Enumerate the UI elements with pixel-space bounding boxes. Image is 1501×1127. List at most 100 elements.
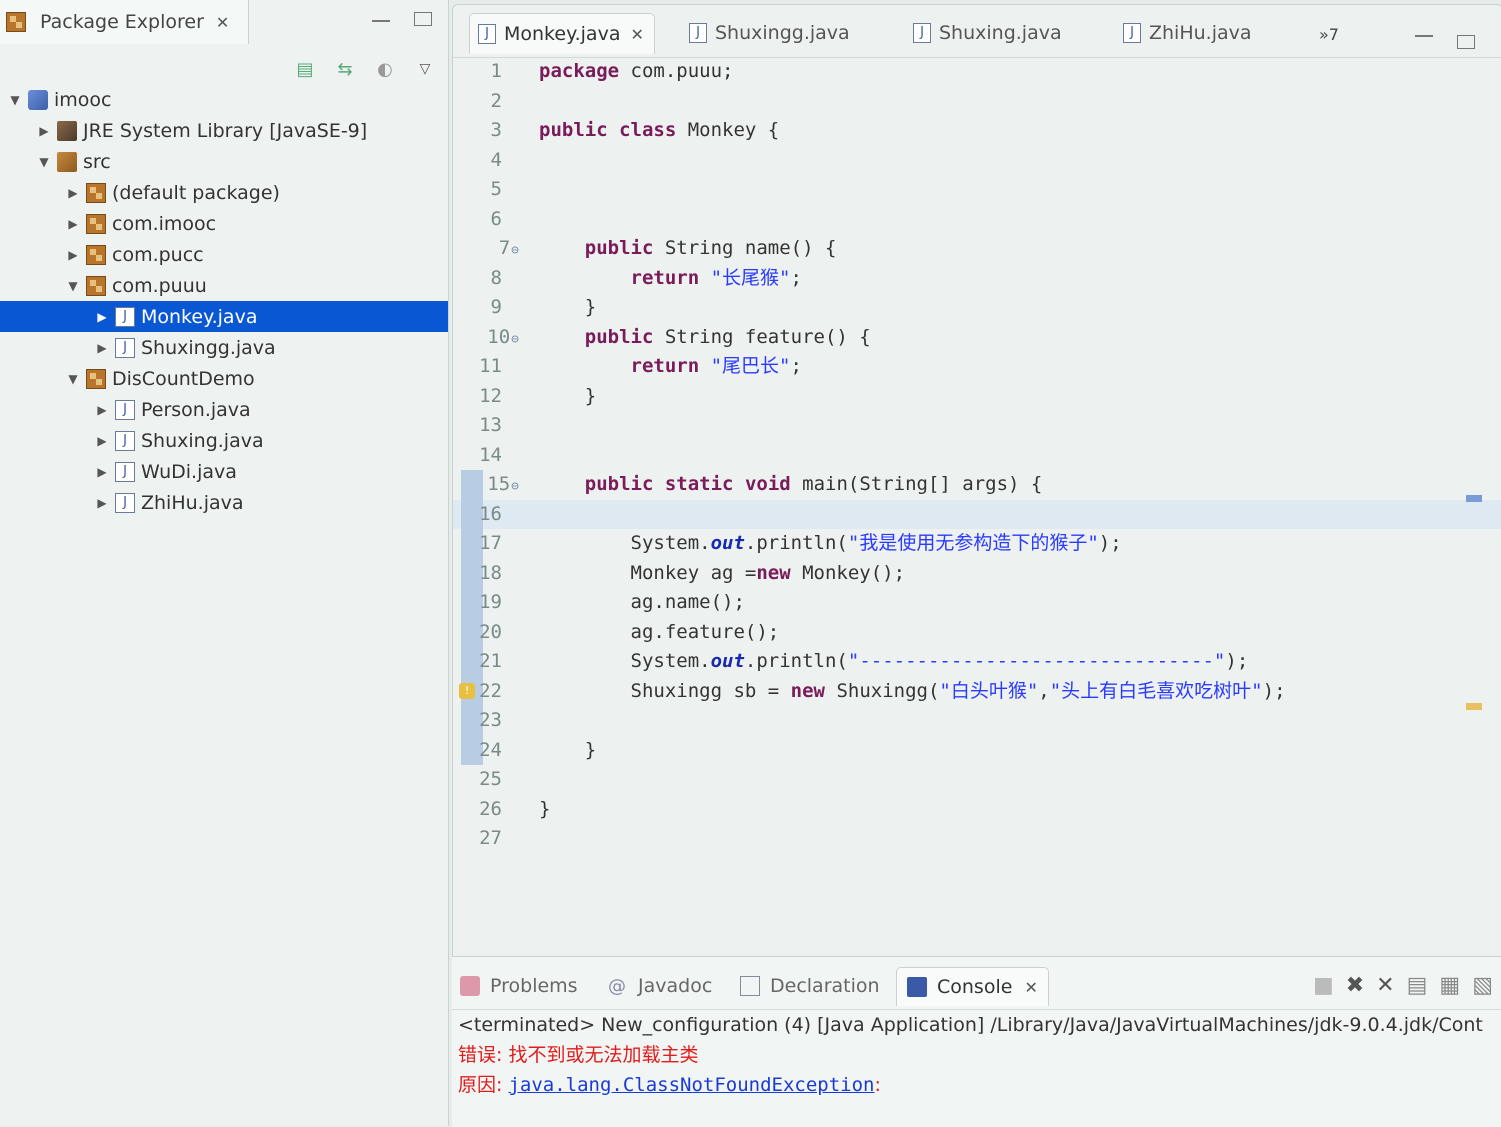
tree-item[interactable]: ▶ Monkey.java xyxy=(0,301,448,332)
code-line[interactable]: 1 package com.puuu; xyxy=(453,57,1501,87)
view-menu-icon[interactable]: ▽ xyxy=(412,56,438,82)
expand-right-icon[interactable]: ▶ xyxy=(95,465,109,479)
focus-icon[interactable]: ◐ xyxy=(372,56,398,82)
close-icon[interactable]: ✕ xyxy=(630,25,643,44)
close-icon[interactable]: ✕ xyxy=(216,13,229,32)
code-line[interactable]: 16 xyxy=(453,499,1501,529)
code-line[interactable]: ! 22 Shuxingg sb = new Shuxingg("白头叶猴","头… xyxy=(453,676,1501,706)
tab-javadoc-label: Javadoc xyxy=(638,975,713,997)
code-line[interactable]: 18 Monkey ag =new Monkey(); xyxy=(453,558,1501,588)
expand-right-icon[interactable]: ▶ xyxy=(66,217,80,231)
tab-overflow[interactable]: »7 xyxy=(1319,25,1339,44)
code-line[interactable]: 4 xyxy=(453,146,1501,176)
code-line[interactable]: 24 } xyxy=(453,735,1501,765)
expand-down-icon[interactable]: ▼ xyxy=(66,372,80,386)
tree-item[interactable]: ▶ Person.java xyxy=(0,394,448,425)
clear-console-icon[interactable]: ▤ xyxy=(1407,973,1428,998)
code-line[interactable]: 17 System.out.println("我是使用无参构造下的猴子"); xyxy=(453,529,1501,559)
code-line[interactable]: 14 xyxy=(453,441,1501,471)
java-file-icon xyxy=(689,23,707,43)
expand-right-icon[interactable]: ▶ xyxy=(95,403,109,417)
scroll-lock-icon[interactable]: ▦ xyxy=(1439,973,1460,998)
code-area[interactable]: 1 package com.puuu; 2 3 public class Monkey … xyxy=(453,57,1501,957)
code-text: } xyxy=(539,384,597,407)
remove-launch-icon[interactable]: ✖ xyxy=(1346,973,1364,998)
expand-right-icon[interactable]: ▶ xyxy=(95,341,109,355)
code-line[interactable]: 21 System.out.println("-----------------… xyxy=(453,647,1501,677)
maximize-icon[interactable] xyxy=(1457,35,1475,49)
code-line[interactable]: 3 public class Monkey { xyxy=(453,116,1501,146)
tab-javadoc[interactable]: @ Javadoc xyxy=(608,967,712,1005)
code-line[interactable]: 20 ag.feature(); xyxy=(453,617,1501,647)
exception-link[interactable]: java.lang.ClassNotFoundException xyxy=(508,1074,874,1096)
overview-ruler-mark[interactable] xyxy=(1466,495,1482,502)
tree-item[interactable]: ▶ (default package) xyxy=(0,177,448,208)
expand-right-icon[interactable]: ▶ xyxy=(66,248,80,262)
tree-item[interactable]: ▼ imooc xyxy=(0,84,448,115)
code-line[interactable]: 19 ag.name(); xyxy=(453,588,1501,618)
minimize-icon[interactable] xyxy=(372,12,390,22)
code-line[interactable]: 6 xyxy=(453,205,1501,235)
code-line[interactable]: 27 xyxy=(453,824,1501,854)
close-icon[interactable]: ✕ xyxy=(1024,978,1037,997)
editor-tab[interactable]: Monkey.java ✕ xyxy=(469,13,655,54)
tree-item[interactable]: ▶ JRE System Library [JavaSE-9] xyxy=(0,115,448,146)
link-with-editor-icon[interactable]: ⇆ xyxy=(332,56,358,82)
minimize-icon[interactable] xyxy=(1415,27,1433,37)
line-number: 2 xyxy=(453,87,519,117)
expand-down-icon[interactable]: ▼ xyxy=(66,279,80,293)
code-line[interactable]: 26} xyxy=(453,795,1501,825)
code-line[interactable]: 25 xyxy=(453,765,1501,795)
line-number-text: 12 xyxy=(479,384,502,407)
fold-icon[interactable]: ⊖ xyxy=(511,479,519,494)
terminate-icon[interactable]: ■ xyxy=(1313,973,1334,998)
tree-item[interactable]: ▶ com.imooc xyxy=(0,208,448,239)
tab-declaration[interactable]: Declaration xyxy=(740,967,880,1005)
tree-item-label: imooc xyxy=(54,88,112,111)
editor-tab[interactable]: Shuxing.java xyxy=(905,13,1062,53)
tree-item[interactable]: ▶ Shuxingg.java xyxy=(0,332,448,363)
code-line[interactable]: 12 } xyxy=(453,382,1501,412)
fold-icon[interactable]: ⊖ xyxy=(511,332,519,347)
remove-all-terminated-icon[interactable]: ✕ xyxy=(1376,973,1394,998)
tab-console[interactable]: Console ✕ xyxy=(896,967,1049,1006)
tree-item[interactable]: ▶ ZhiHu.java xyxy=(0,487,448,518)
tree-item[interactable]: ▼ com.puuu xyxy=(0,270,448,301)
expand-right-icon[interactable]: ▶ xyxy=(95,496,109,510)
code-line[interactable]: 8 return "长尾猴"; xyxy=(453,264,1501,294)
code-line[interactable]: 15⊖ public static void main(String[] arg… xyxy=(453,470,1501,500)
fold-icon[interactable]: ⊖ xyxy=(511,243,519,258)
line-number-text: 6 xyxy=(490,207,502,230)
tree-item[interactable]: ▼ src xyxy=(0,146,448,177)
overview-ruler-warning[interactable] xyxy=(1466,703,1482,710)
editor-tab[interactable]: ZhiHu.java xyxy=(1115,13,1252,53)
expand-right-icon[interactable]: ▶ xyxy=(95,310,109,324)
cause-suffix: : xyxy=(874,1074,881,1096)
tree-item[interactable]: ▶ Shuxing.java xyxy=(0,425,448,456)
expand-right-icon[interactable]: ▶ xyxy=(66,186,80,200)
collapse-all-icon[interactable]: ▤ xyxy=(292,56,318,82)
maximize-icon[interactable] xyxy=(414,12,432,26)
expand-right-icon[interactable]: ▶ xyxy=(95,434,109,448)
code-line[interactable]: 5 xyxy=(453,175,1501,205)
expand-down-icon[interactable]: ▼ xyxy=(37,155,51,169)
tree-item[interactable]: ▼ DisCountDemo xyxy=(0,363,448,394)
code-line[interactable]: 2 xyxy=(453,87,1501,117)
code-text: return "长尾猴"; xyxy=(630,266,802,289)
tree-item[interactable]: ▶ com.pucc xyxy=(0,239,448,270)
code-line[interactable]: 10⊖ public String feature() { xyxy=(453,323,1501,353)
tab-package-explorer[interactable]: Package Explorer ✕ xyxy=(0,0,249,44)
console-view: Problems @ Javadoc Declaration Console ✕… xyxy=(452,956,1501,1127)
code-line[interactable]: 23 xyxy=(453,706,1501,736)
tab-problems[interactable]: Problems xyxy=(460,967,578,1005)
word-wrap-icon[interactable]: ▧ xyxy=(1472,973,1493,998)
expand-right-icon[interactable]: ▶ xyxy=(37,124,51,138)
code-line[interactable]: 9 } xyxy=(453,293,1501,323)
code-line[interactable]: 13 xyxy=(453,411,1501,441)
code-line[interactable]: 11 return "尾巴长"; xyxy=(453,352,1501,382)
expand-down-icon[interactable]: ▼ xyxy=(8,93,22,107)
tree-item-label: com.puuu xyxy=(112,274,207,297)
tree-item[interactable]: ▶ WuDi.java xyxy=(0,456,448,487)
code-line[interactable]: 7⊖ public String name() { xyxy=(453,234,1501,264)
editor-tab[interactable]: Shuxingg.java xyxy=(681,13,850,53)
